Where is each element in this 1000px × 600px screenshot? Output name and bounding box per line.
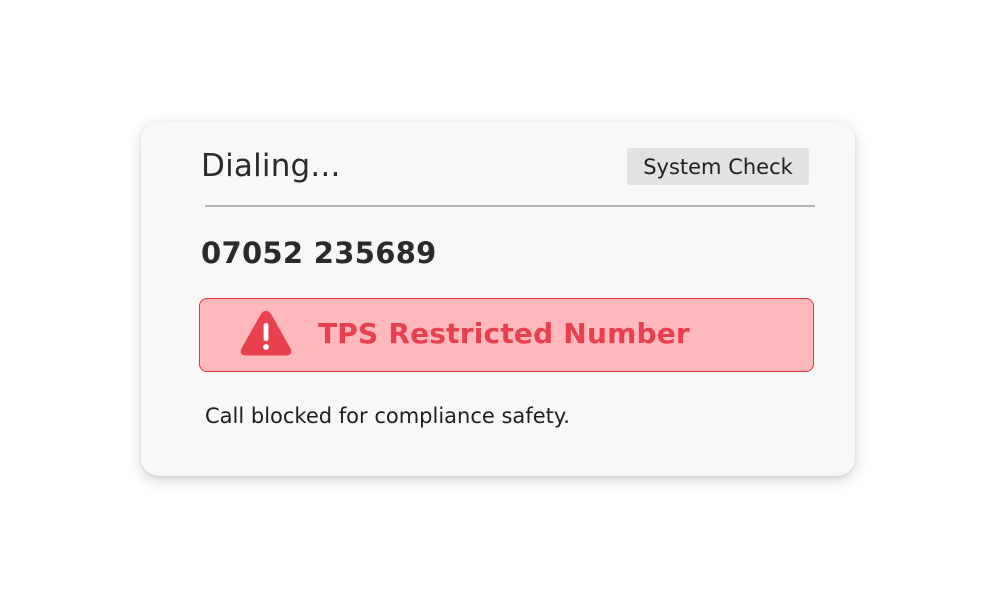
stage: Dialing... System Check 07052 235689 TPS…: [0, 0, 1000, 600]
compliance-note: Call blocked for compliance safety.: [205, 404, 570, 428]
dialing-status: Dialing...: [201, 148, 341, 184]
alert-text: TPS Restricted Number: [318, 317, 690, 350]
phone-number: 07052 235689: [201, 236, 437, 270]
tps-alert-banner: TPS Restricted Number: [199, 298, 814, 372]
divider: [205, 205, 815, 207]
warning-triangle-icon: [240, 311, 292, 356]
dialer-card: Dialing... System Check 07052 235689 TPS…: [141, 122, 855, 476]
system-check-button[interactable]: System Check: [627, 148, 809, 185]
